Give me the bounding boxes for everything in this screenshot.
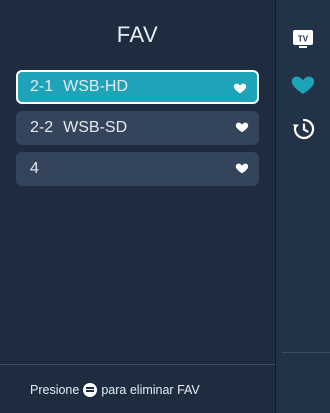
footer-prefix: Presione bbox=[30, 383, 80, 397]
channel-item[interactable]: 2-2 WSB-SD bbox=[16, 111, 259, 145]
channel-name: WSB-SD bbox=[63, 119, 128, 136]
tv-icon[interactable]: TV bbox=[290, 26, 316, 52]
footer-divider bbox=[0, 364, 275, 365]
channel-item[interactable]: 4 bbox=[16, 152, 259, 186]
heart-icon bbox=[235, 163, 249, 174]
channel-item[interactable]: 2-1 WSB-HD bbox=[16, 70, 259, 104]
channel-number: 2-2 bbox=[30, 119, 54, 136]
history-icon[interactable] bbox=[290, 116, 316, 142]
favorites-panel: FAV 2-1 WSB-HD 2-2 WSB-SD 4 Presione par… bbox=[0, 0, 275, 413]
footer-suffix: para eliminar FAV bbox=[101, 383, 200, 397]
panel-title: FAV bbox=[116, 22, 159, 47]
footer-hint: Presione para eliminar FAV bbox=[30, 383, 200, 397]
svg-text:TV: TV bbox=[298, 35, 309, 44]
menu-button-icon bbox=[83, 383, 98, 397]
channel-number: 2-1 bbox=[30, 78, 54, 95]
channel-number: 4 bbox=[30, 160, 39, 177]
heart-icon bbox=[233, 83, 247, 94]
channel-name: WSB-HD bbox=[63, 78, 129, 95]
rail-divider bbox=[282, 352, 330, 353]
channel-list: 2-1 WSB-HD 2-2 WSB-SD 4 bbox=[16, 70, 259, 193]
heart-icon[interactable] bbox=[290, 72, 316, 98]
heart-icon bbox=[235, 122, 249, 133]
